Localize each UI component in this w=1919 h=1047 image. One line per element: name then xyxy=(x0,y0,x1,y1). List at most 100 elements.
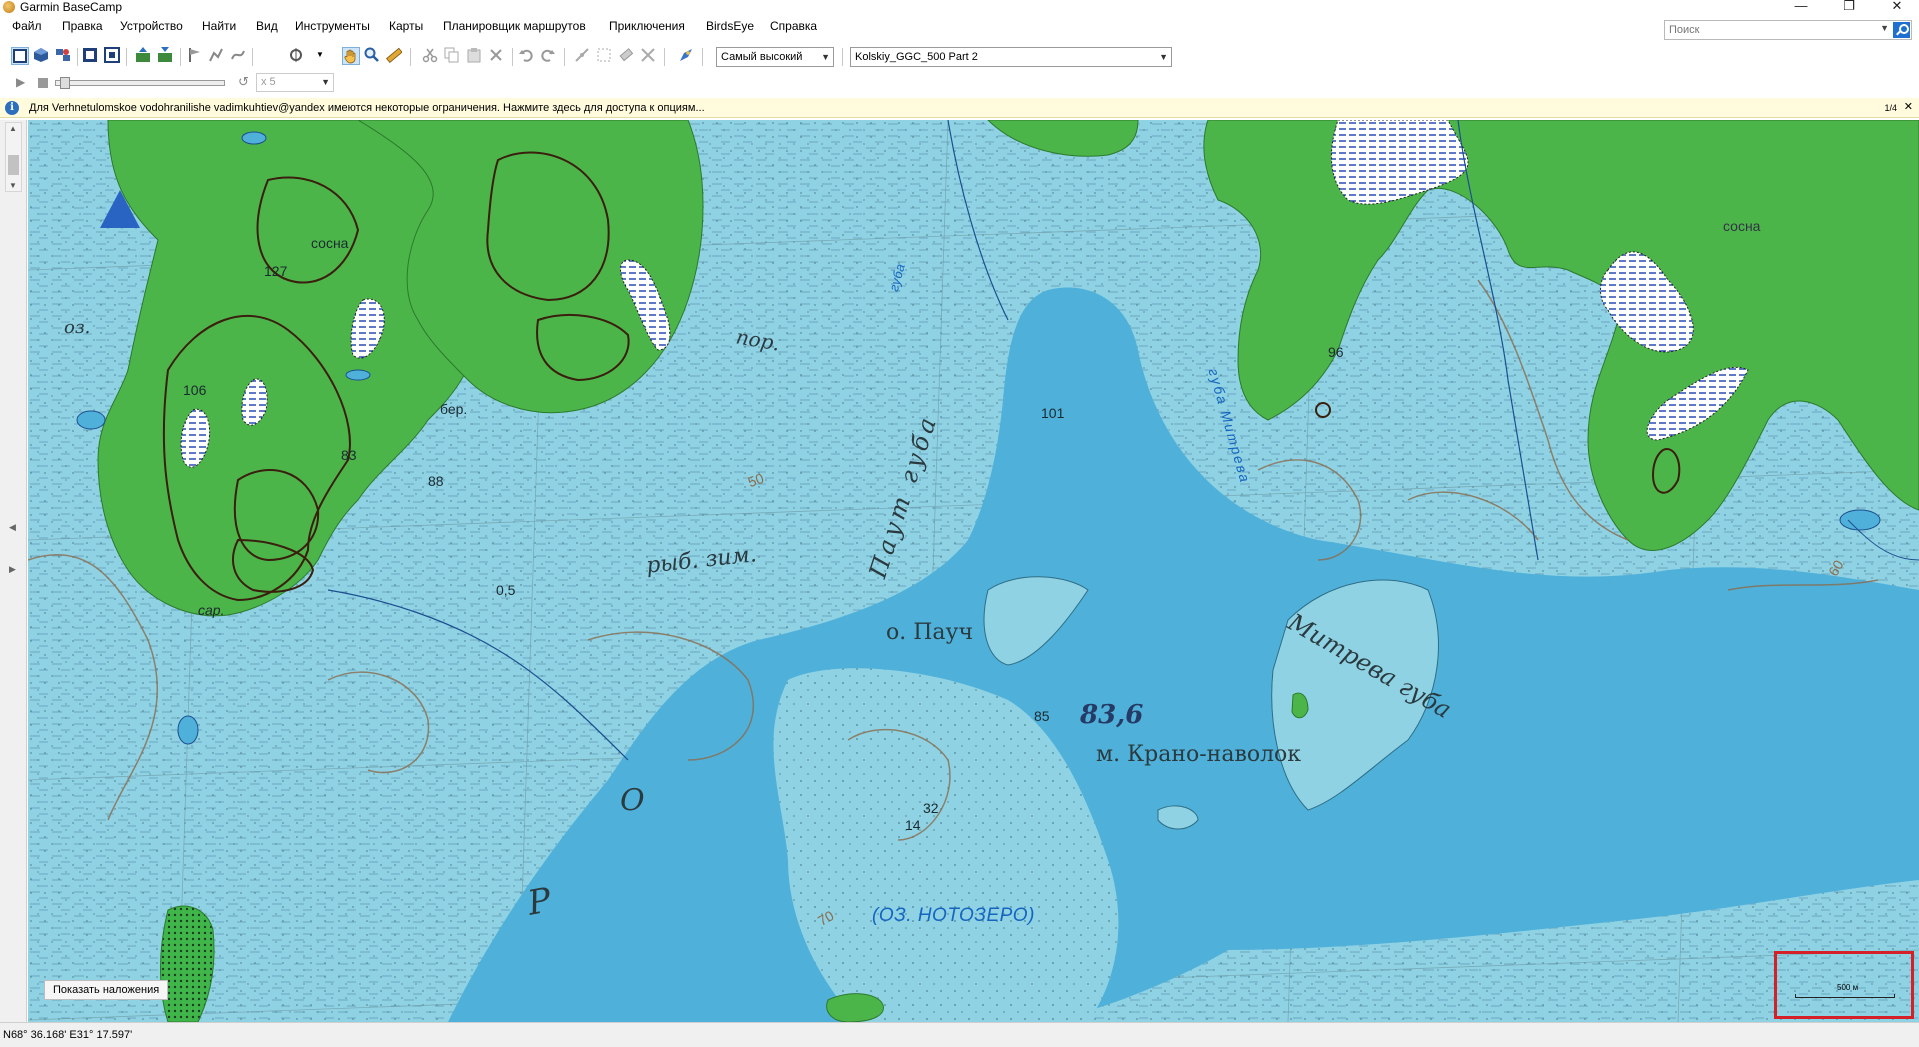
chevron-down-icon: ▼ xyxy=(321,77,330,87)
cut-button[interactable] xyxy=(422,47,440,65)
topo-map-canvas[interactable] xyxy=(28,120,1919,1022)
search-icon[interactable] xyxy=(1893,22,1910,38)
label-h88: 88 xyxy=(428,473,444,489)
label-h127: 127 xyxy=(264,263,288,279)
stop-icon[interactable] xyxy=(38,78,48,88)
loop-icon[interactable]: ↺ xyxy=(238,74,249,90)
menu-find[interactable]: Найти xyxy=(202,19,236,33)
menu-route-planner[interactable]: Планировщик маршрутов xyxy=(443,19,586,33)
scale-label: 500 м xyxy=(1837,983,1859,992)
infobar-message[interactable]: Для Verhnetulomskoe vodohranilishe vadim… xyxy=(29,101,705,115)
menu-device[interactable]: Устройство xyxy=(120,19,183,33)
divide-button[interactable] xyxy=(596,47,614,65)
menu-help[interactable]: Справка xyxy=(770,19,817,33)
search-input[interactable] xyxy=(1669,23,1869,37)
undo-button[interactable] xyxy=(518,47,536,65)
menu-file[interactable]: Файл xyxy=(12,19,42,33)
label-oz: оз. xyxy=(64,317,91,338)
map-view-2d-button[interactable] xyxy=(11,47,29,65)
slider-handle[interactable] xyxy=(60,77,70,89)
device-send-icon xyxy=(158,47,172,62)
label-m-krano-navolok: м. Крано-наволок xyxy=(1096,742,1302,767)
zoom-tool-button[interactable] xyxy=(364,47,382,65)
insert-point-icon xyxy=(575,48,589,62)
search-dropdown-icon[interactable]: ▼ xyxy=(1880,23,1889,33)
map-scale-box: 500 м xyxy=(1774,951,1914,1019)
infobar-pager[interactable]: 1/4 xyxy=(1884,101,1897,115)
minimize-button[interactable]: — xyxy=(1781,0,1821,14)
search-box[interactable]: ▼ xyxy=(1664,20,1912,40)
menu-adventures[interactable]: Приключения xyxy=(609,19,685,33)
restrictions-infobar[interactable]: i Для Verhnetulomskoe vodohranilishe vad… xyxy=(0,98,1919,118)
menu-edit[interactable]: Правка xyxy=(62,19,103,33)
redo-button[interactable] xyxy=(540,47,558,65)
scroll-up-icon[interactable]: ▲ xyxy=(9,124,17,133)
restore-button[interactable]: ❐ xyxy=(1829,0,1869,14)
measure-tool-button[interactable] xyxy=(386,47,404,65)
playback-slider[interactable] xyxy=(55,77,225,89)
fit-view-button[interactable] xyxy=(82,47,100,65)
collapse-left-icon[interactable]: ◀ xyxy=(9,522,16,533)
pan-tool-button[interactable] xyxy=(342,47,360,65)
expand-right-icon[interactable]: ▶ xyxy=(9,564,16,575)
label-sosna: сосна xyxy=(311,235,349,251)
layers-button[interactable] xyxy=(55,47,73,65)
basecamp-window: Garmin BaseCamp — ❐ ✕ Файл Правка Устрой… xyxy=(0,0,1919,1047)
status-bar: N68° 36.168' E31° 17.597' xyxy=(0,1022,1919,1047)
basecamp-logo-icon xyxy=(3,1,15,13)
map-view-3d-button[interactable] xyxy=(33,47,51,65)
map-product-value: Kolskiy_GGC_500 Part 2 xyxy=(855,51,978,63)
paste-icon xyxy=(467,48,481,63)
eraser-button[interactable] xyxy=(618,47,636,65)
new-track-button[interactable] xyxy=(230,47,248,65)
label-notozero: (ОЗ. НОТОЗЕРО) xyxy=(872,905,1035,926)
multi-tool-icon xyxy=(290,48,302,62)
label-o-pauch: о. Пауч xyxy=(886,620,974,645)
tool-dropdown-icon[interactable]: ▼ xyxy=(316,50,324,59)
map-product-select[interactable]: Kolskiy_GGC_500 Part 2 ▼ xyxy=(850,47,1172,67)
insert-point-button[interactable] xyxy=(574,47,592,65)
copy-button[interactable] xyxy=(444,47,462,65)
device-receive-icon xyxy=(136,47,150,62)
menu-view[interactable]: Вид xyxy=(256,19,278,33)
magnifier-icon xyxy=(364,47,379,62)
scroll-thumb[interactable] xyxy=(8,155,19,175)
rocket-icon xyxy=(680,49,692,61)
label-h106: 106 xyxy=(183,382,207,398)
infobar-close-button[interactable]: ✕ xyxy=(1904,100,1913,113)
receive-from-device-button[interactable] xyxy=(134,47,152,65)
eraser-icon xyxy=(619,48,634,62)
paste-button[interactable] xyxy=(466,47,484,65)
show-overlays-button[interactable]: Показать наложения xyxy=(44,980,169,1000)
delete-button[interactable] xyxy=(488,47,506,65)
zoom-region-icon xyxy=(104,47,120,63)
menu-maps[interactable]: Карты xyxy=(389,19,423,33)
speed-select[interactable]: x 5 ▼ xyxy=(256,73,334,92)
map-view[interactable]: сосна сосна 127 106 83 88 бер. сар. оз. … xyxy=(28,120,1919,1022)
label-ber: бер. xyxy=(440,401,468,417)
split-track-button[interactable] xyxy=(640,47,658,65)
north-arrow-icon[interactable] xyxy=(100,190,140,228)
play-icon[interactable]: ▶ xyxy=(16,75,25,89)
menu-birdseye[interactable]: BirdsEye xyxy=(706,19,754,33)
new-route-button[interactable] xyxy=(208,47,226,65)
close-window-button[interactable]: ✕ xyxy=(1877,0,1917,14)
send-to-device-button[interactable] xyxy=(156,47,174,65)
geotag-button[interactable] xyxy=(678,47,696,65)
info-icon: i xyxy=(5,101,19,115)
menu-tools[interactable]: Инструменты xyxy=(295,19,370,33)
zoom-region-button[interactable] xyxy=(104,47,122,65)
label-h83: 83 xyxy=(341,447,357,463)
new-waypoint-button[interactable] xyxy=(186,47,204,65)
label-h32: 32 xyxy=(923,800,939,816)
detail-level-select[interactable]: Самый высокий ▼ xyxy=(716,47,834,67)
scroll-down-icon[interactable]: ▼ xyxy=(9,181,17,190)
label-h83-6: 83,6 xyxy=(1080,700,1144,730)
scale-bar xyxy=(1795,994,1895,998)
library-scrollbar[interactable]: ▲ ▼ xyxy=(5,122,22,192)
redo-icon xyxy=(541,49,555,62)
detail-level-value: Самый высокий xyxy=(721,51,803,63)
window-title: Garmin BaseCamp xyxy=(20,0,123,14)
tool-selector-button[interactable] xyxy=(288,47,306,65)
track-icon xyxy=(231,50,245,60)
